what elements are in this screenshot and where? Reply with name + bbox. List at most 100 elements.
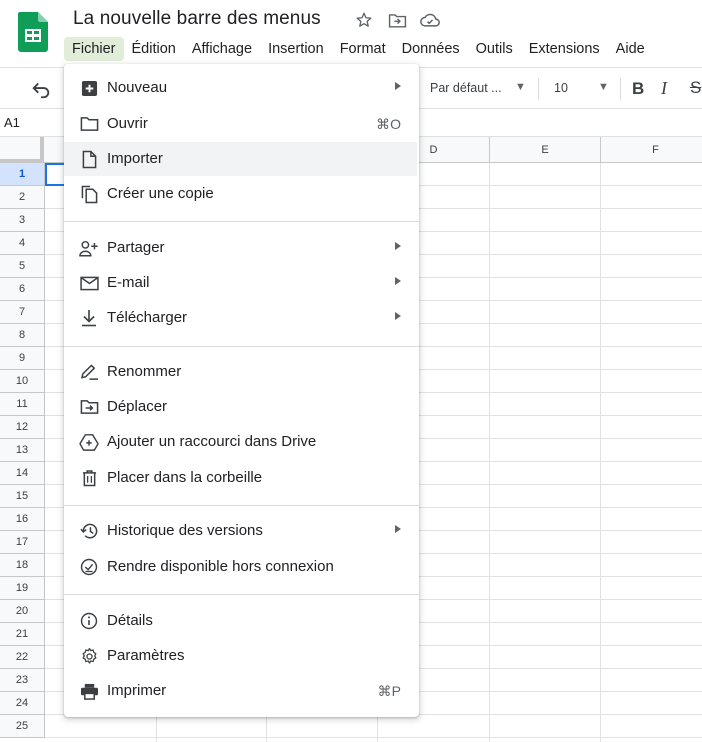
gear-icon — [79, 646, 99, 666]
row-header-3[interactable]: 3 — [0, 209, 45, 232]
row-header-17[interactable]: 17 — [0, 531, 45, 554]
select-all-corner[interactable] — [0, 137, 44, 163]
row-header-5[interactable]: 5 — [0, 255, 45, 278]
info-icon — [79, 611, 99, 631]
menu-item-historique-versions[interactable]: Historique des versions — [64, 514, 419, 548]
toolbar-divider — [538, 78, 539, 100]
menu-item-deplacer[interactable]: Déplacer — [64, 390, 419, 424]
cloud-saved-icon[interactable] — [420, 10, 440, 30]
row-header-14[interactable]: 14 — [0, 462, 45, 485]
row-header-6[interactable]: 6 — [0, 278, 45, 301]
move-folder-icon — [79, 397, 99, 417]
shortcut-label: ⌘O — [376, 116, 401, 132]
row-header-4[interactable]: 4 — [0, 232, 45, 255]
grid-column-line — [600, 163, 601, 742]
grid-column-line — [489, 163, 490, 742]
menu-item-hors-connexion[interactable]: Rendre disponible hors connexion — [64, 550, 419, 584]
menu-item-parametres[interactable]: Paramètres — [64, 639, 419, 673]
row-header-21[interactable]: 21 — [0, 623, 45, 646]
menu-bar: Fichier Édition Affichage Insertion Form… — [64, 37, 653, 61]
menu-item-telecharger[interactable]: Télécharger — [64, 301, 419, 335]
shortcut-label: ⌘P — [377, 683, 401, 699]
person-add-icon — [79, 238, 99, 258]
menu-divider — [64, 594, 419, 595]
row-header-19[interactable]: 19 — [0, 577, 45, 600]
menu-item-partager[interactable]: Partager — [64, 231, 419, 265]
grid-row-line — [45, 737, 702, 738]
menu-item-creer-une-copie[interactable]: Créer une copie — [64, 177, 419, 211]
menu-donnees[interactable]: Données — [394, 37, 468, 61]
strikethrough-button[interactable]: S — [690, 78, 701, 98]
row-header-10[interactable]: 10 — [0, 370, 45, 393]
star-icon[interactable] — [354, 10, 374, 30]
mail-icon — [79, 273, 99, 293]
menu-outils[interactable]: Outils — [468, 37, 521, 61]
row-header-7[interactable]: 7 — [0, 301, 45, 324]
file-icon — [79, 149, 99, 169]
undo-icon[interactable] — [30, 79, 52, 99]
menu-item-nouveau[interactable]: Nouveau — [64, 71, 419, 105]
menu-item-ouvrir[interactable]: Ouvrir ⌘O — [64, 107, 419, 141]
history-icon — [79, 521, 99, 541]
menu-item-importer[interactable]: Importer — [64, 142, 417, 176]
menu-item-email[interactable]: E-mail — [64, 266, 419, 300]
row-header-11[interactable]: 11 — [0, 393, 45, 416]
menu-insertion[interactable]: Insertion — [260, 37, 332, 61]
menu-format[interactable]: Format — [332, 37, 394, 61]
row-header-23[interactable]: 23 — [0, 669, 45, 692]
font-size-caret-icon[interactable]: ▼ — [598, 81, 609, 93]
row-header-13[interactable]: 13 — [0, 439, 45, 462]
sheets-logo-icon[interactable] — [18, 12, 48, 52]
row-header-15[interactable]: 15 — [0, 485, 45, 508]
font-dropdown-caret-icon[interactable]: ▼ — [515, 81, 526, 93]
row-header-2[interactable]: 2 — [0, 186, 45, 209]
row-header-20[interactable]: 20 — [0, 600, 45, 623]
menu-edition[interactable]: Édition — [124, 37, 184, 61]
file-menu-dropdown: Nouveau Ouvrir ⌘O Importer Créer une cop… — [64, 64, 419, 717]
row-header-16[interactable]: 16 — [0, 508, 45, 531]
row-header-9[interactable]: 9 — [0, 347, 45, 370]
column-header-f[interactable]: F — [600, 137, 702, 163]
menu-extensions[interactable]: Extensions — [521, 37, 608, 61]
row-header-22[interactable]: 22 — [0, 646, 45, 669]
row-header-24[interactable]: 24 — [0, 692, 45, 715]
column-header-e[interactable]: E — [489, 137, 600, 163]
italic-button[interactable]: I — [661, 78, 667, 99]
plus-box-icon — [79, 78, 99, 98]
offline-icon — [79, 557, 99, 577]
copy-icon — [79, 184, 99, 204]
toolbar-divider — [620, 78, 621, 100]
trash-icon — [79, 468, 99, 488]
menu-item-ajouter-raccourci[interactable]: Ajouter un raccourci dans Drive — [64, 425, 419, 459]
font-family-select[interactable]: Par défaut ... — [430, 81, 502, 95]
print-icon — [79, 681, 99, 701]
menu-item-imprimer[interactable]: Imprimer ⌘P — [64, 674, 419, 708]
menu-affichage[interactable]: Affichage — [184, 37, 260, 61]
submenu-arrow-icon — [395, 242, 401, 250]
row-header-12[interactable]: 12 — [0, 416, 45, 439]
bold-button[interactable]: B — [632, 79, 644, 99]
menu-divider — [64, 221, 419, 222]
menu-item-details[interactable]: Détails — [64, 604, 419, 638]
download-icon — [79, 308, 99, 328]
menu-divider — [64, 505, 419, 506]
menu-divider — [64, 346, 419, 347]
submenu-arrow-icon — [395, 82, 401, 90]
row-header-8[interactable]: 8 — [0, 324, 45, 347]
google-sheets-window: La nouvelle barre des menus Fichier Édit… — [0, 0, 702, 742]
menu-item-renommer[interactable]: Renommer — [64, 355, 419, 389]
font-size-select[interactable]: 10 — [554, 81, 568, 95]
row-header-18[interactable]: 18 — [0, 554, 45, 577]
rename-icon — [79, 362, 99, 382]
row-header-25[interactable]: 25 — [0, 715, 45, 738]
move-icon[interactable] — [387, 10, 407, 30]
name-box[interactable]: A1 — [4, 115, 20, 130]
row-header-1[interactable]: 1 — [0, 163, 45, 186]
submenu-arrow-icon — [395, 277, 401, 285]
folder-icon — [79, 114, 99, 134]
menu-fichier[interactable]: Fichier — [64, 37, 124, 61]
menu-item-corbeille[interactable]: Placer dans la corbeille — [64, 461, 419, 495]
menu-aide[interactable]: Aide — [608, 37, 653, 61]
submenu-arrow-icon — [395, 525, 401, 533]
document-title[interactable]: La nouvelle barre des menus — [73, 8, 321, 30]
